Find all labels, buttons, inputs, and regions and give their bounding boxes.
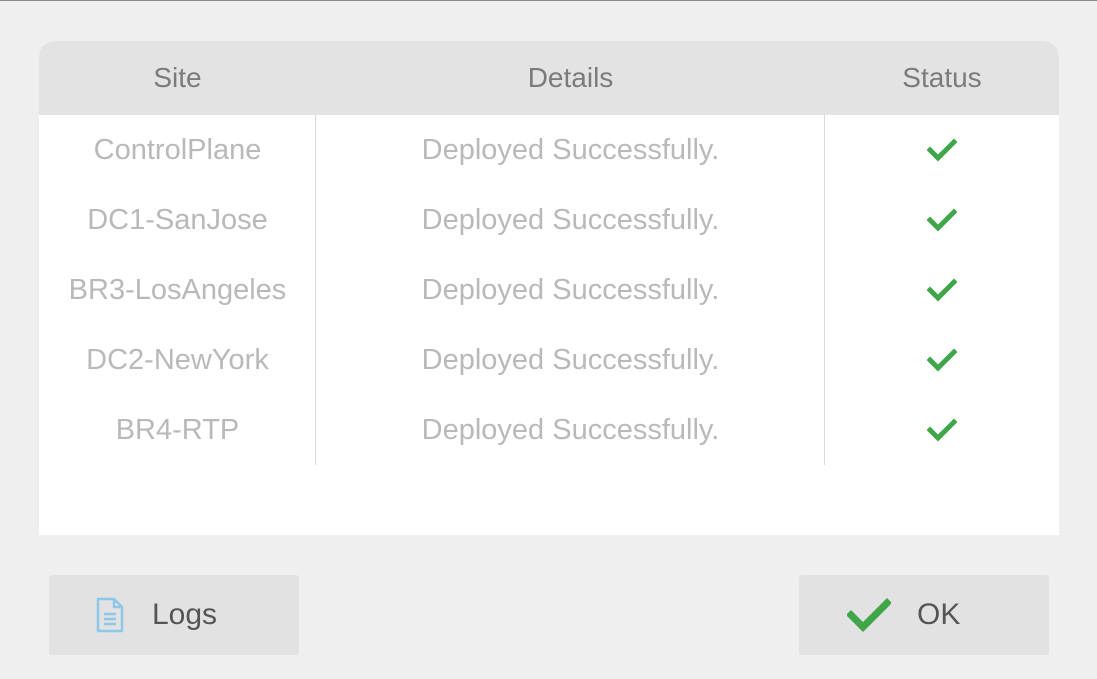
site-name: DC2-NewYork xyxy=(86,344,269,376)
details-text: Deployed Successfully. xyxy=(421,414,720,446)
table-row: DC1-SanJose Deployed Successfully. xyxy=(39,185,1059,255)
details-text: Deployed Successfully. xyxy=(421,344,720,376)
top-border xyxy=(0,0,1097,1)
checkmark-icon xyxy=(825,255,1059,325)
site-name: ControlPlane xyxy=(93,134,262,166)
checkmark-icon xyxy=(825,395,1059,465)
site-name: BR3-LosAngeles xyxy=(68,274,287,306)
table-row: ControlPlane Deployed Successfully. xyxy=(39,115,1059,185)
ok-button-label: OK xyxy=(917,598,961,631)
site-name: BR4-RTP xyxy=(115,414,240,446)
table-row: DC2-NewYork Deployed Successfully. xyxy=(39,325,1059,395)
details-text: Deployed Successfully. xyxy=(421,274,720,306)
checkmark-icon xyxy=(825,325,1059,395)
deployment-status-table: Site Details Status ControlPlane Deploye… xyxy=(39,41,1059,535)
checkmark-icon xyxy=(825,115,1059,185)
ok-button[interactable]: OK xyxy=(799,575,1049,655)
table-row: BR4-RTP Deployed Successfully. xyxy=(39,395,1059,465)
checkmark-icon xyxy=(847,575,891,655)
site-name: DC1-SanJose xyxy=(87,204,268,236)
details-text: Deployed Successfully. xyxy=(421,204,720,236)
checkmark-icon xyxy=(825,185,1059,255)
table-header: Site Details Status xyxy=(39,41,1059,115)
details-text: Deployed Successfully. xyxy=(421,134,720,166)
column-header-details[interactable]: Details xyxy=(316,41,825,115)
document-icon xyxy=(95,575,125,655)
table-row: BR3-LosAngeles Deployed Successfully. xyxy=(39,255,1059,325)
column-header-site[interactable]: Site xyxy=(39,41,316,115)
logs-button-label: Logs xyxy=(152,598,218,631)
logs-button[interactable]: Logs xyxy=(49,575,299,655)
column-header-status[interactable]: Status xyxy=(825,41,1059,115)
